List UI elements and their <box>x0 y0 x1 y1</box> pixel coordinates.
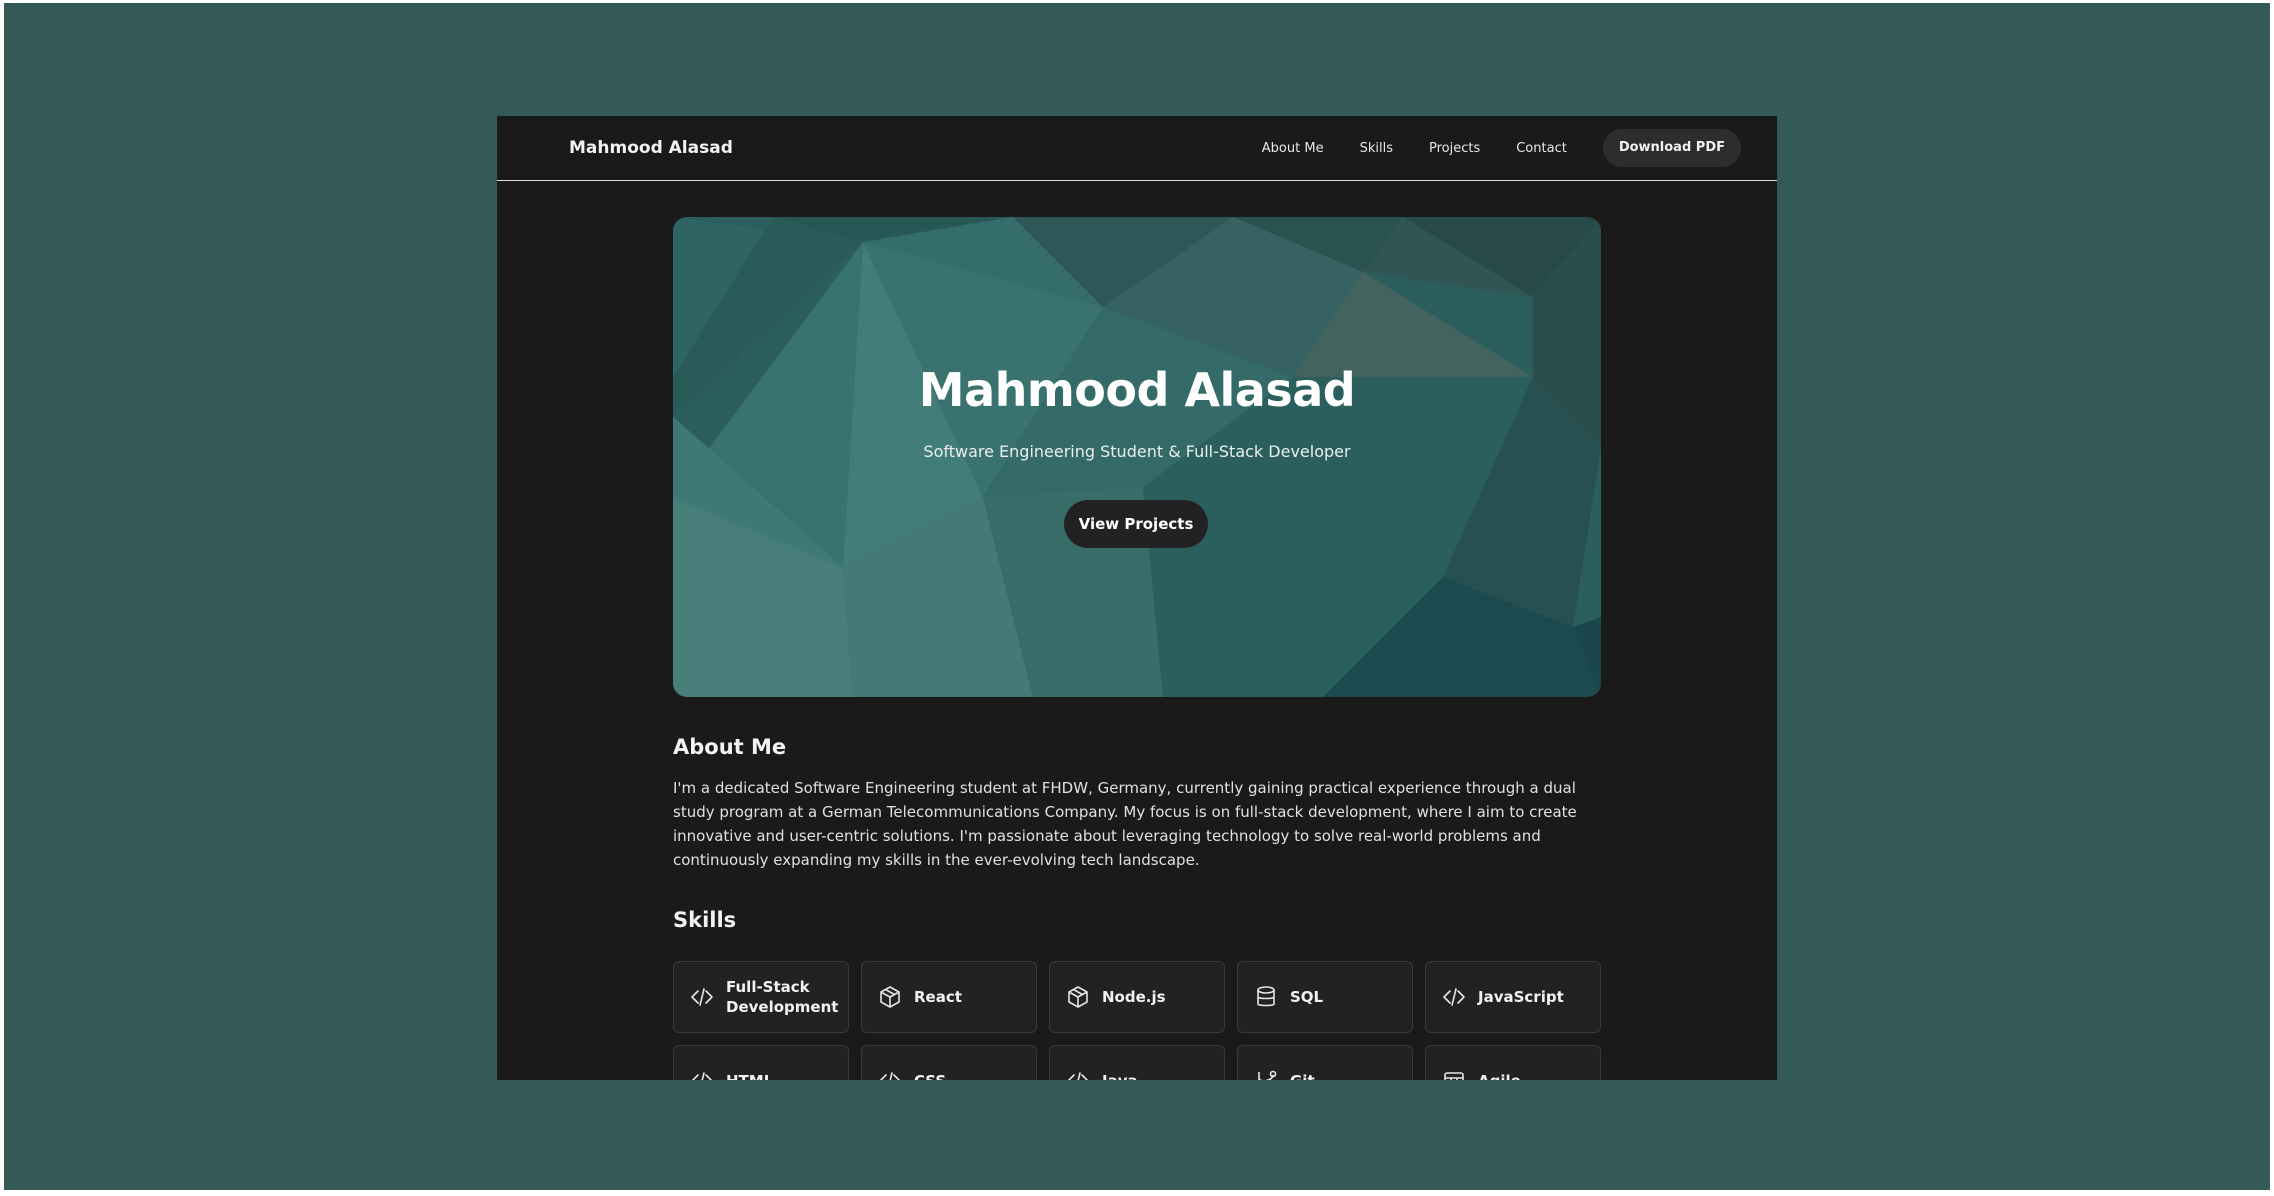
skills-heading: Skills <box>673 908 737 932</box>
nav-link-contact[interactable]: Contact <box>1516 141 1567 156</box>
hero-banner: Mahmood Alasad Software Engineering Stud… <box>673 217 1601 697</box>
nav-link-about[interactable]: About Me <box>1262 141 1324 156</box>
view-projects-button[interactable]: View Projects <box>1064 500 1208 548</box>
skill-card-java[interactable]: Java <box>1049 1045 1225 1080</box>
skill-label: Git <box>1290 1071 1315 1080</box>
nav-link-projects[interactable]: Projects <box>1429 141 1480 156</box>
skill-label: CSS <box>914 1071 946 1080</box>
skill-card-css[interactable]: CSS <box>861 1045 1037 1080</box>
browser-page: Mahmood Alasad About Me Skills Projects … <box>497 116 1777 1080</box>
skill-card-react[interactable]: React <box>861 961 1037 1033</box>
nav-link-skills[interactable]: Skills <box>1360 141 1393 156</box>
skill-label: HTML <box>726 1071 773 1080</box>
code-icon <box>1443 988 1465 1006</box>
skill-label: Java <box>1102 1071 1138 1080</box>
skill-card-agile[interactable]: Agile <box>1425 1045 1601 1080</box>
download-pdf-button[interactable]: Download PDF <box>1602 129 1741 167</box>
database-icon <box>1257 986 1275 1007</box>
hero-subtitle: Software Engineering Student & Full-Stac… <box>923 442 1351 461</box>
skill-card-javascript[interactable]: JavaScript <box>1425 961 1601 1033</box>
skill-label: Agile <box>1478 1071 1521 1080</box>
git-icon <box>1258 1070 1277 1080</box>
skill-label: Full-Stack Development <box>726 978 839 1016</box>
skill-card-nodejs[interactable]: Node.js <box>1049 961 1225 1033</box>
about-heading: About Me <box>673 735 787 759</box>
site-brand[interactable]: Mahmood Alasad <box>569 116 733 180</box>
hero-title: Mahmood Alasad <box>918 363 1356 417</box>
code-icon <box>691 988 713 1006</box>
nav-links: About Me Skills Projects Contact Downloa… <box>1262 128 1741 168</box>
package-icon <box>880 986 900 1008</box>
skill-label: SQL <box>1290 988 1324 1006</box>
code-icon <box>1067 1072 1089 1080</box>
skills-grid: Full-Stack Development React Node.js SQL… <box>673 961 1603 1080</box>
about-paragraph: I'm a dedicated Software Engineering stu… <box>673 779 1577 869</box>
skill-label: Node.js <box>1102 988 1166 1006</box>
skill-card-sql[interactable]: SQL <box>1237 961 1413 1033</box>
skill-card-html[interactable]: HTML <box>673 1045 849 1080</box>
code-icon <box>879 1072 901 1080</box>
board-icon <box>1444 1072 1464 1080</box>
top-navbar: Mahmood Alasad About Me Skills Projects … <box>497 116 1777 181</box>
skill-card-full-stack[interactable]: Full-Stack Development <box>673 961 849 1033</box>
skill-card-git[interactable]: Git <box>1237 1045 1413 1080</box>
skill-label: JavaScript <box>1478 988 1564 1006</box>
package-icon <box>1068 986 1088 1008</box>
code-icon <box>691 1072 713 1080</box>
skill-label: React <box>914 988 962 1006</box>
